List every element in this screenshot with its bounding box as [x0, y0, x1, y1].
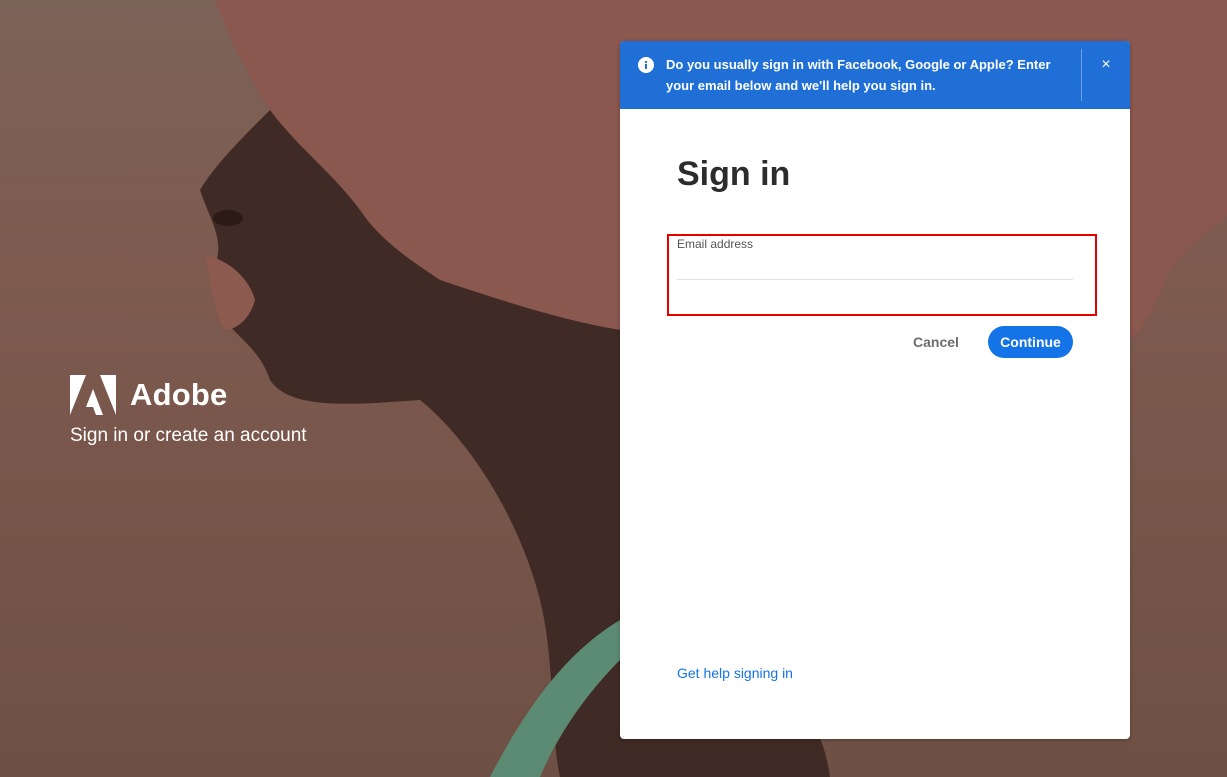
social-signin-banner: Do you usually sign in with Facebook, Go… — [620, 41, 1130, 109]
cancel-button[interactable]: Cancel — [905, 331, 967, 353]
close-icon[interactable]: × — [1096, 55, 1116, 75]
adobe-logo-icon — [70, 375, 116, 415]
banner-divider — [1081, 49, 1082, 101]
continue-button[interactable]: Continue — [988, 326, 1073, 358]
email-field[interactable] — [677, 253, 1073, 280]
brand-tagline: Sign in or create an account — [70, 425, 307, 446]
email-label: Email address — [677, 237, 754, 251]
brand-name: Adobe — [130, 377, 228, 412]
signin-card: Do you usually sign in with Facebook, Go… — [620, 41, 1130, 739]
info-icon — [638, 57, 654, 73]
help-signing-in-link[interactable]: Get help signing in — [677, 665, 793, 681]
banner-message: Do you usually sign in with Facebook, Go… — [666, 57, 1051, 93]
brand-row: Adobe — [70, 375, 307, 415]
brand-block: Adobe Sign in or create an account — [70, 375, 307, 447]
page-title: Sign in — [677, 155, 791, 193]
